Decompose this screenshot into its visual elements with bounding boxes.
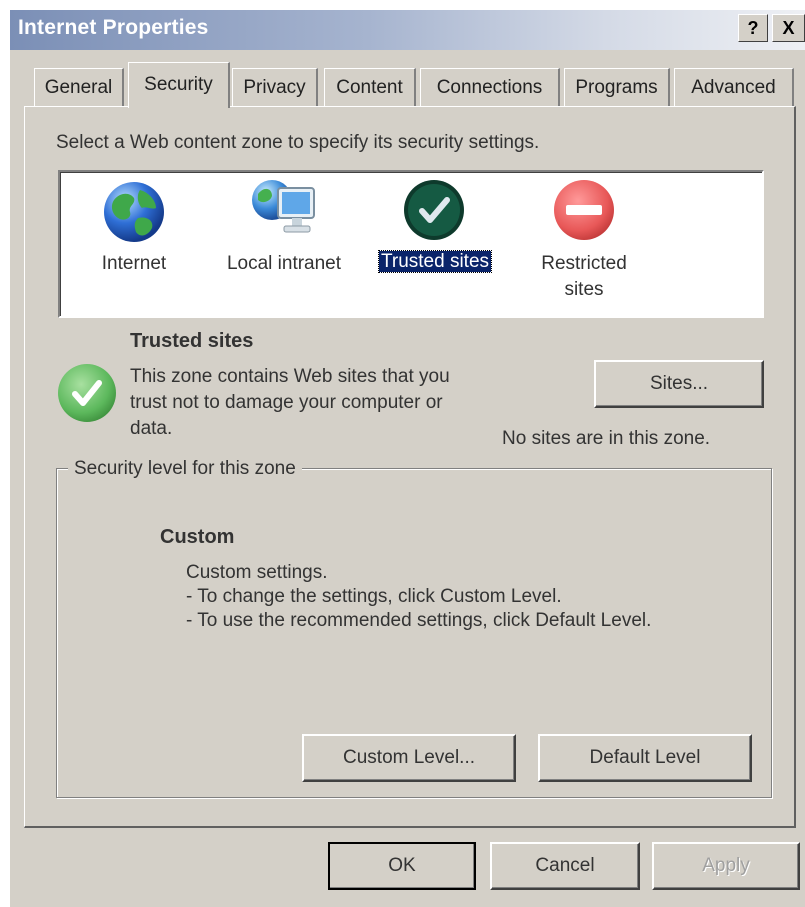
help-button[interactable]: ? bbox=[738, 14, 768, 42]
zone-restricted-sites-label-1[interactable]: Restricted bbox=[526, 252, 642, 276]
zone-internet[interactable] bbox=[100, 178, 168, 246]
close-button[interactable]: X bbox=[772, 14, 805, 42]
apply-button[interactable]: Apply bbox=[652, 842, 800, 890]
globe-icon bbox=[104, 182, 164, 242]
tab-programs[interactable]: Programs bbox=[564, 68, 670, 106]
tab-advanced[interactable]: Advanced bbox=[674, 68, 794, 106]
selected-zone-desc-2: trust not to damage your computer or bbox=[130, 392, 443, 413]
zone-trusted-sites-label[interactable]: Trusted sites bbox=[377, 250, 493, 273]
trusted-check-icon bbox=[58, 364, 116, 422]
ok-button-label: OK bbox=[388, 855, 416, 876]
security-level-line-2: - To change the settings, click Custom L… bbox=[186, 586, 562, 607]
zone-local-intranet-label[interactable]: Local intranet bbox=[216, 252, 352, 276]
tab-connections[interactable]: Connections bbox=[420, 68, 560, 106]
sites-status: No sites are in this zone. bbox=[502, 428, 711, 449]
apply-button-label: Apply bbox=[702, 855, 750, 876]
window-title: Internet Properties bbox=[18, 16, 209, 39]
security-level-legend: Security level for this zone bbox=[68, 458, 302, 480]
custom-level-button[interactable]: Custom Level... bbox=[302, 734, 516, 782]
tab-content[interactable]: Content bbox=[324, 68, 416, 106]
ok-button[interactable]: OK bbox=[328, 842, 476, 890]
zone-restricted-sites[interactable] bbox=[552, 178, 616, 242]
selected-zone-desc-3: data. bbox=[130, 418, 173, 439]
tab-security[interactable]: Security bbox=[128, 62, 230, 108]
zone-restricted-sites-label-2[interactable]: sites bbox=[526, 278, 642, 302]
intranet-icon bbox=[252, 180, 315, 233]
security-level-line-1: Custom settings. bbox=[186, 562, 328, 583]
restricted-icon bbox=[554, 180, 614, 240]
zone-internet-label[interactable]: Internet bbox=[84, 252, 184, 276]
zone-trusted-sites[interactable] bbox=[402, 178, 466, 242]
default-level-button[interactable]: Default Level bbox=[538, 734, 752, 782]
selected-zone-desc-1: This zone contains Web sites that you bbox=[130, 366, 450, 387]
selected-zone-icon bbox=[56, 362, 118, 424]
sites-button-label: Sites... bbox=[649, 373, 709, 394]
zone-local-intranet[interactable] bbox=[248, 174, 322, 244]
tab-general[interactable]: General bbox=[34, 68, 124, 106]
security-level-name: Custom bbox=[160, 526, 235, 548]
sites-button[interactable]: Sites... bbox=[594, 360, 764, 408]
tab-privacy[interactable]: Privacy bbox=[232, 68, 318, 106]
cancel-button-label: Cancel bbox=[535, 855, 595, 876]
custom-level-button-label: Custom Level... bbox=[343, 747, 475, 768]
zone-instruction: Select a Web content zone to specify its… bbox=[56, 132, 540, 153]
selected-zone-title: Trusted sites bbox=[130, 330, 254, 352]
security-level-line-3: - To use the recommended settings, click… bbox=[186, 610, 652, 631]
trusted-check-icon bbox=[404, 180, 464, 240]
cancel-button[interactable]: Cancel bbox=[490, 842, 640, 890]
default-level-button-label: Default Level bbox=[589, 747, 701, 768]
zone-trusted-sites-label-wrap: Trusted sites bbox=[372, 250, 498, 278]
